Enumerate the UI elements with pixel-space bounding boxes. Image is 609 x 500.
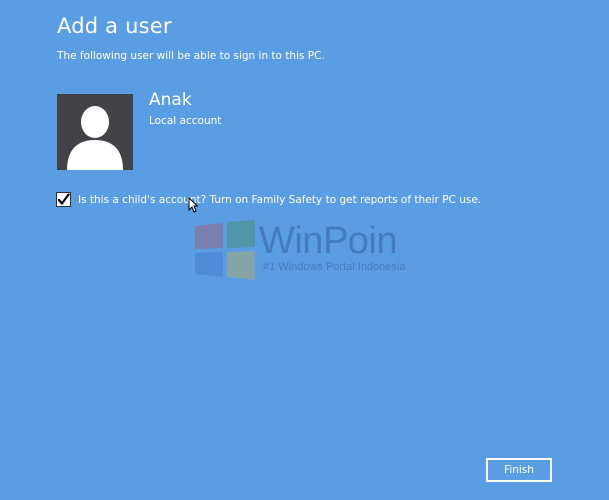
page-title: Add a user xyxy=(57,14,172,38)
user-account-type: Local account xyxy=(149,115,222,127)
page-subtitle: The following user will be able to sign … xyxy=(57,50,325,62)
watermark: WinPoin #1 Windows Portal Indonesia xyxy=(193,216,433,286)
family-safety-label[interactable]: Is this a child's account? Turn on Famil… xyxy=(78,194,481,206)
mouse-cursor-icon xyxy=(188,197,198,213)
watermark-tagline: #1 Windows Portal Indonesia xyxy=(263,261,406,273)
watermark-title: WinPoin xyxy=(259,220,398,262)
user-avatar xyxy=(57,94,133,170)
checkmark-icon xyxy=(57,193,70,205)
user-silhouette-icon xyxy=(67,106,123,170)
finish-button[interactable]: Finish xyxy=(486,458,552,482)
windows-logo-icon xyxy=(195,220,255,280)
family-safety-checkbox[interactable] xyxy=(56,192,71,207)
user-name: Anak xyxy=(149,90,192,110)
